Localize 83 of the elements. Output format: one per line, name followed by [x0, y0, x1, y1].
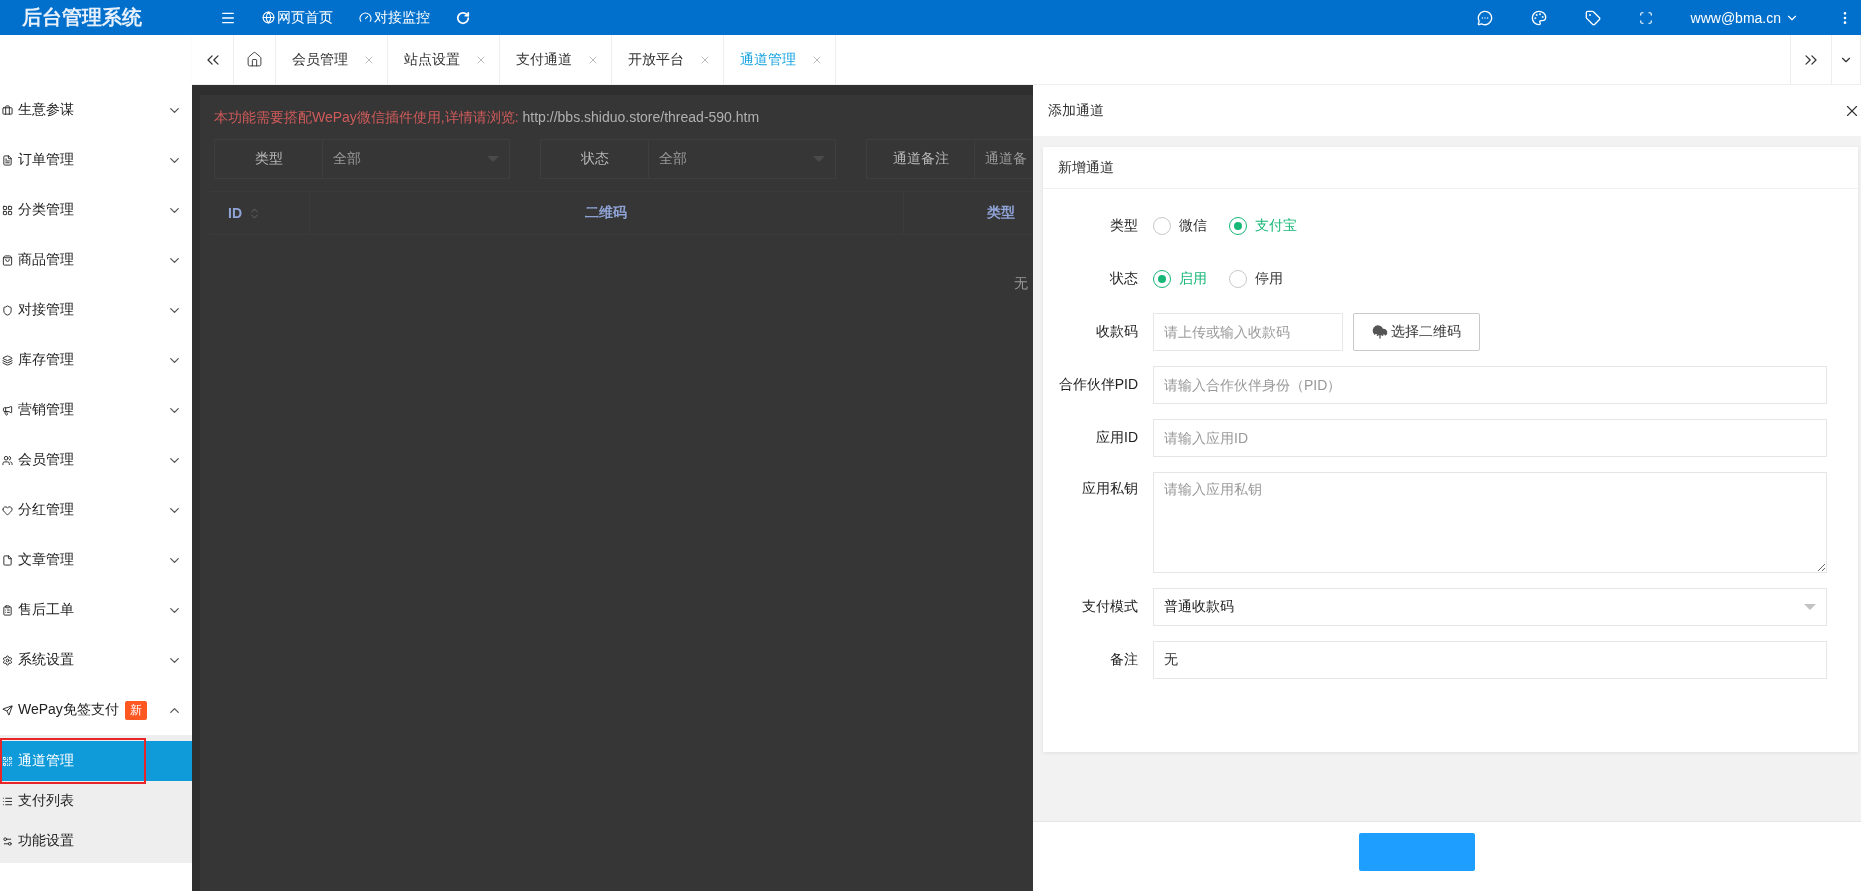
textarea-field[interactable]: 请输入应用私钥 — [1153, 472, 1827, 573]
tab[interactable]: 会员管理 — [276, 35, 388, 84]
menu-icon-glyph — [2, 454, 13, 466]
submenu-item[interactable]: 支付列表 — [0, 781, 192, 821]
sort-icon — [248, 206, 261, 220]
menu-icon-glyph — [2, 554, 13, 566]
submenu-icon — [2, 835, 13, 847]
input-field[interactable]: 请输入应用ID — [1153, 419, 1827, 457]
home-icon — [246, 51, 263, 68]
filter-label: 类型 — [215, 140, 323, 178]
nav-link[interactable]: 对接监控 — [359, 8, 430, 27]
tab[interactable]: 开放平台 — [612, 35, 724, 84]
select-field[interactable]: 全部 — [323, 140, 509, 178]
home-tab[interactable] — [234, 35, 276, 84]
tag-icon[interactable] — [1584, 9, 1601, 26]
menu-icon-glyph — [2, 604, 13, 616]
menu-icon-glyph — [2, 354, 13, 366]
menu-item[interactable]: 商品管理 — [0, 235, 192, 285]
notice-text: 本功能需要搭配WePay微信插件使用,详情请浏览: http://bbs.shiduo.store/thread-590.htm — [214, 109, 761, 127]
menu-icon-glyph — [2, 654, 13, 666]
scroll-left-button[interactable] — [192, 35, 234, 84]
gauge-icon — [359, 11, 372, 24]
menu-item[interactable]: 库存管理 — [0, 335, 192, 385]
menu-item[interactable]: 会员管理 — [0, 435, 192, 485]
fullscreen-icon[interactable] — [1638, 10, 1653, 25]
submenu-item[interactable]: 功能设置 — [0, 821, 192, 861]
notice-link[interactable]: http://bbs.shiduo.store/thread-590.htm — [522, 109, 760, 125]
drawer-title: 添加通道 — [1048, 101, 1104, 120]
palette-icon[interactable] — [1530, 9, 1547, 26]
chat-icon[interactable] — [1476, 9, 1493, 26]
field-label: 合作伙伴PID — [1057, 376, 1139, 394]
field-label: 状态 — [1109, 270, 1139, 288]
menu-item[interactable]: 文章管理 — [0, 535, 192, 585]
input-field[interactable]: 请上传或输入收款码 — [1153, 313, 1343, 351]
nav-link[interactable]: 网页首页 — [262, 8, 333, 27]
field-label: 支付模式 — [1081, 598, 1139, 616]
menu-icon-glyph — [2, 504, 13, 516]
menu-item[interactable]: 订单管理 — [0, 135, 192, 185]
input-field[interactable]: 通道备 — [975, 140, 1033, 178]
radio-option[interactable]: 停用 — [1229, 270, 1283, 288]
select-field[interactable]: 普通收款码 — [1153, 588, 1827, 626]
app-title: 后台管理系统 — [21, 5, 143, 30]
globe-icon — [262, 11, 275, 24]
column-header: 二维码 — [309, 192, 904, 234]
filter-label: 状态 — [541, 140, 649, 178]
tab[interactable]: 站点设置 — [388, 35, 500, 84]
menu-icon-glyph — [2, 204, 13, 216]
tab[interactable]: 支付通道 — [500, 35, 612, 84]
menu-icon-glyph — [2, 404, 13, 416]
menu-item[interactable]: 售后工单 — [0, 585, 192, 635]
menu-icon-glyph — [2, 154, 13, 166]
menu-icon-glyph — [2, 704, 13, 716]
submenu-icon — [2, 755, 13, 767]
empty-text: 无 — [1014, 275, 1028, 291]
menu-item[interactable]: WePay免签支付 新 — [0, 685, 192, 735]
field-label: 备注 — [1109, 651, 1139, 669]
new-badge: 新 — [124, 700, 147, 720]
field-label: 应用私钥 — [1081, 479, 1139, 498]
cloud-upload-icon — [1372, 324, 1388, 340]
menu-item[interactable]: 分类管理 — [0, 185, 192, 235]
upload-button[interactable]: 选择二维码 — [1353, 313, 1480, 351]
user-menu[interactable]: www@bma.cn — [1690, 9, 1799, 26]
menu-item[interactable]: 生意参谋 — [0, 85, 192, 135]
field-label: 应用ID — [1095, 429, 1139, 447]
column-header[interactable]: ID — [210, 192, 310, 234]
field-label: 类型 — [1109, 217, 1139, 235]
menu-item[interactable]: 营销管理 — [0, 385, 192, 435]
card-title: 新增通道 — [1043, 147, 1858, 189]
radio-option[interactable]: 微信 — [1153, 217, 1207, 235]
scroll-right-button[interactable] — [1790, 35, 1832, 84]
menu-icon-glyph — [2, 104, 13, 116]
refresh-icon[interactable] — [456, 10, 470, 25]
submenu-icon — [2, 795, 13, 807]
menu-icon-glyph — [2, 304, 13, 316]
input-field[interactable]: 无 — [1153, 641, 1827, 679]
input-field[interactable]: 请输入合作伙伴身份（PID） — [1153, 366, 1827, 404]
select-field[interactable]: 全部 — [649, 140, 835, 178]
menu-item[interactable]: 系统设置 — [0, 635, 192, 685]
menu-item[interactable]: 分红管理 — [0, 485, 192, 535]
menu-item[interactable]: 对接管理 — [0, 285, 192, 335]
field-label: 收款码 — [1095, 323, 1139, 341]
filter-label: 通道备注 — [867, 140, 975, 178]
menu-icon-glyph — [2, 254, 13, 266]
